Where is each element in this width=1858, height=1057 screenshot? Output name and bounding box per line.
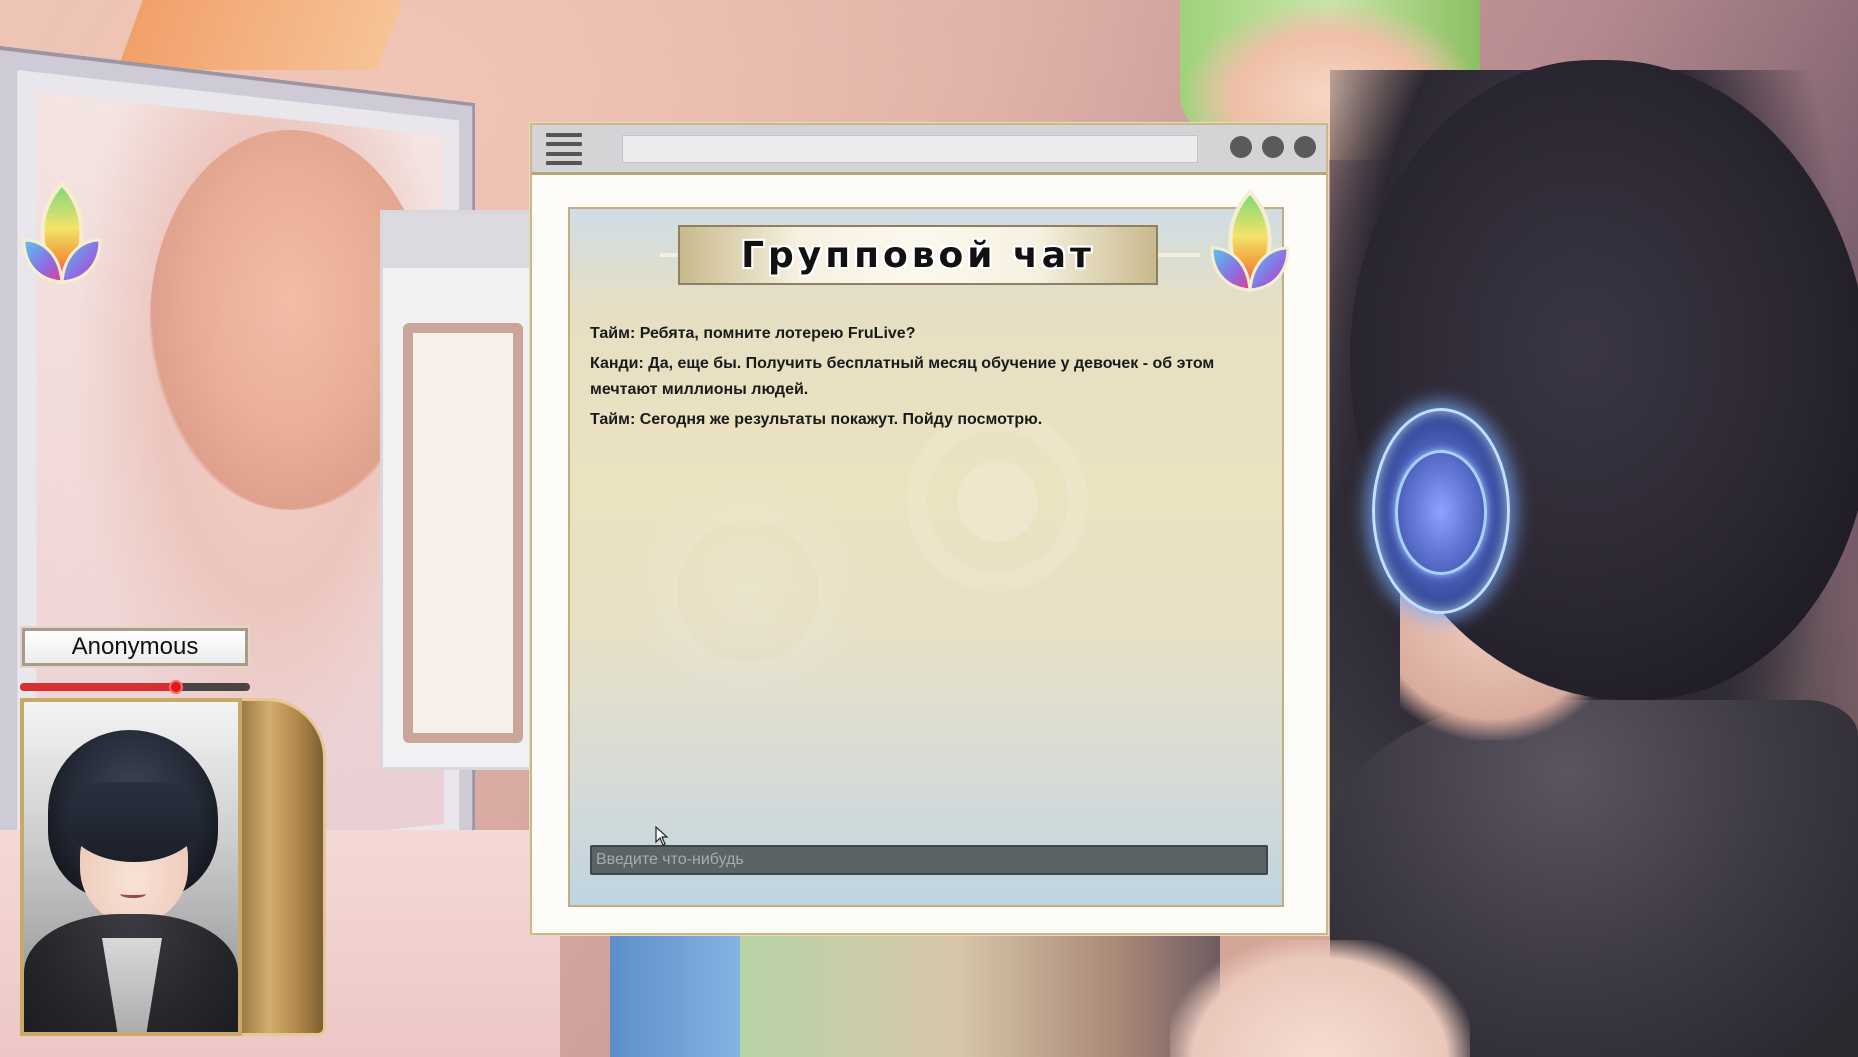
- portrait-gold-trim: [230, 698, 326, 1036]
- player-health-fill: [20, 683, 177, 691]
- chat-message: Тайм: Ребята, помните лотерею FruLive?: [590, 325, 916, 342]
- chat-title-plate: Групповой чат: [678, 225, 1158, 285]
- chat-panel: Групповой чат Тайм: Ребята, помните лоте…: [568, 207, 1284, 907]
- background-monitor-window-bar: [383, 213, 537, 268]
- maximize-button[interactable]: [1262, 136, 1284, 158]
- rainbow-leaf-icon: [22, 181, 102, 286]
- chat-message-input[interactable]: [590, 845, 1268, 875]
- background-monitor-window-pane: [403, 323, 523, 743]
- gamer-shoulder: [1170, 940, 1470, 1057]
- mouse-cursor-icon: [655, 826, 669, 846]
- rainbow-leaf-icon: [1210, 189, 1290, 294]
- player-name: Anonymous: [71, 633, 199, 660]
- close-button[interactable]: [1294, 136, 1316, 158]
- portrait-fringe: [68, 782, 200, 862]
- hamburger-menu-icon[interactable]: [546, 133, 582, 165]
- player-health-bar: [20, 683, 250, 691]
- chat-message: Канди: Да, еще бы. Получить бесплатный м…: [590, 355, 1215, 398]
- background-monitor-window: [380, 210, 540, 770]
- player-portrait: [20, 698, 242, 1036]
- portrait-smile: [120, 890, 146, 898]
- background-poster-characters: [740, 930, 1220, 1057]
- player-portrait-frame: [20, 698, 326, 1036]
- chat-title: Групповой чат: [741, 234, 1095, 276]
- headphone-ring: [1395, 450, 1487, 575]
- chat-message: Тайм: Сегодня же результаты покажут. Пой…: [590, 411, 1043, 428]
- background-blue-object: [610, 935, 745, 1057]
- background-orange-panel: [117, 0, 403, 70]
- minimize-button[interactable]: [1230, 136, 1252, 158]
- message-list: Тайм: Ребята, помните лотерею FruLive? К…: [590, 321, 1250, 437]
- window-titlebar: [532, 125, 1326, 175]
- player-name-plate: Anonymous: [22, 628, 248, 666]
- window-address-bar[interactable]: [622, 135, 1198, 163]
